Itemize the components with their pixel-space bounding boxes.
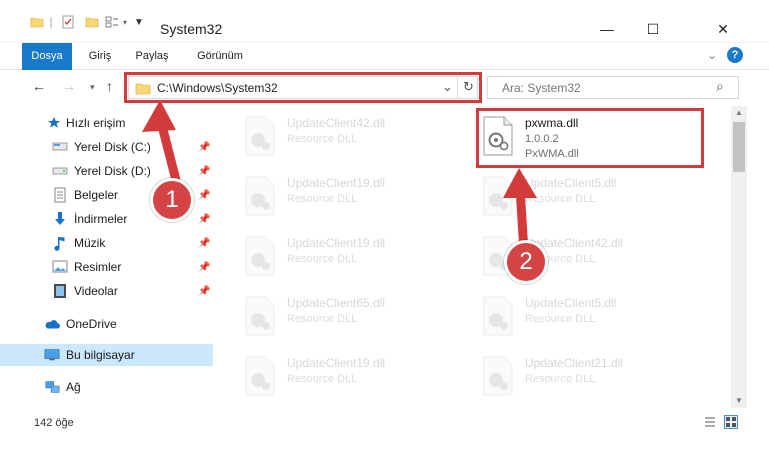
- annotation-arrows: [142, 100, 537, 257]
- step-badge-2: 2: [504, 240, 548, 284]
- arrow-1-head: [142, 100, 176, 132]
- step-badge-1: 1: [150, 178, 194, 222]
- arrow-2-head: [503, 168, 537, 198]
